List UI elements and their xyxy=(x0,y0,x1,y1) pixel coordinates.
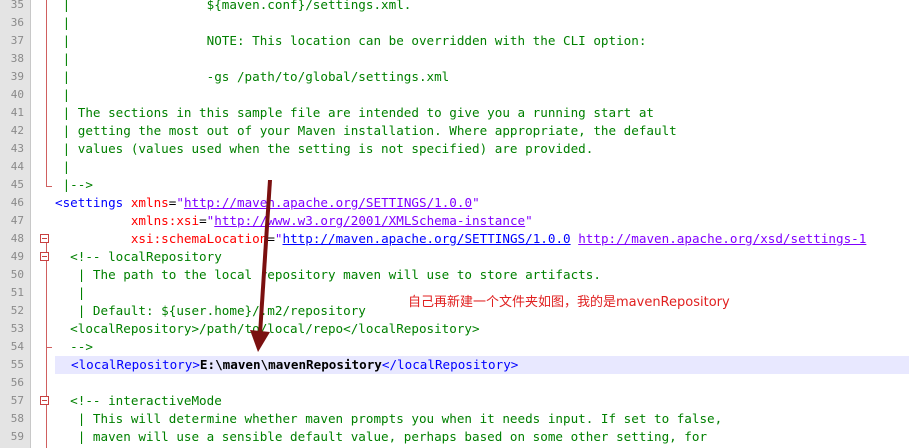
arrow-icon xyxy=(250,180,272,352)
editor-window[interactable]: 35 36 37 38 39 40 41 42 43 44 45 46 47 4… xyxy=(0,0,909,448)
